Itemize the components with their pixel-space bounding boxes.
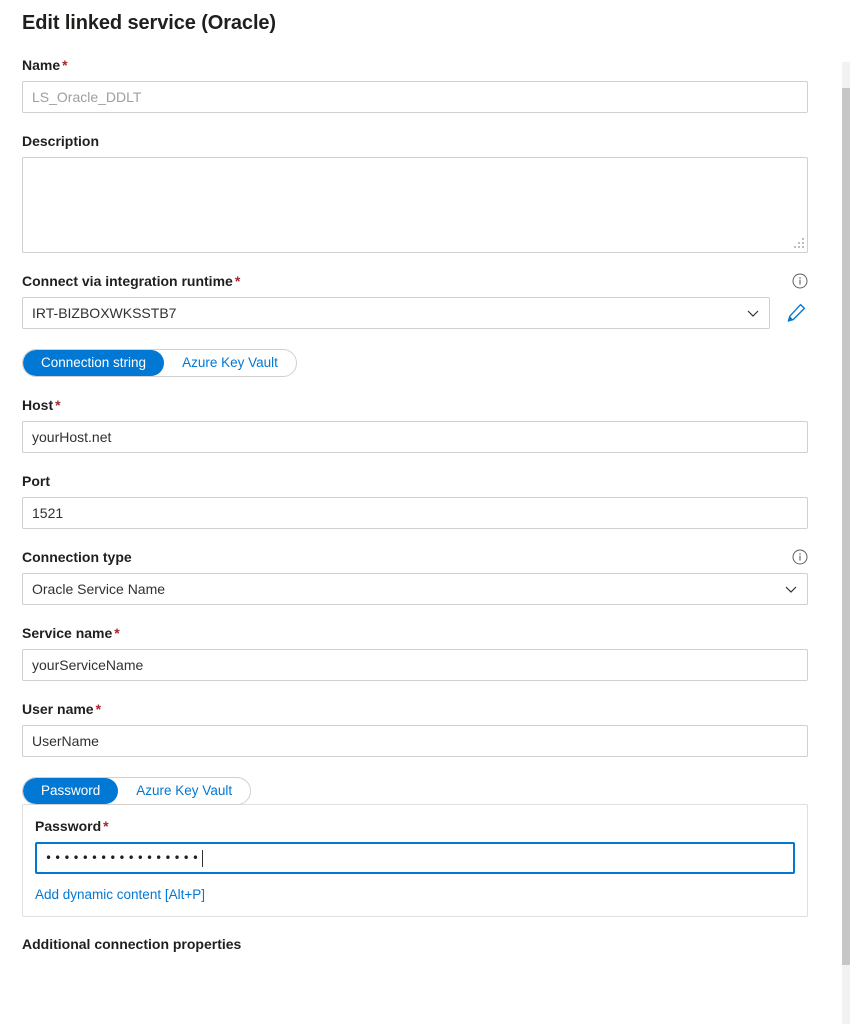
field-user-name: User name* (22, 700, 808, 757)
connection-type-select[interactable]: Oracle Service Name (22, 573, 808, 605)
toggle-azure-key-vault[interactable]: Azure Key Vault (164, 350, 296, 376)
integration-runtime-label-text: Connect via integration runtime (22, 273, 233, 289)
port-label: Port (22, 472, 50, 490)
edit-linked-service-dialog: Edit linked service (Oracle) Name* Descr… (0, 0, 850, 1024)
description-textarea[interactable] (22, 157, 808, 253)
port-input[interactable] (22, 497, 808, 529)
password-label-text: Password (35, 818, 101, 834)
field-name: Name* (22, 56, 808, 113)
chevron-down-icon (784, 582, 798, 596)
user-name-label-text: User name (22, 701, 94, 717)
connection-type-value: Oracle Service Name (32, 574, 778, 604)
toggle-connection-string[interactable]: Connection string (23, 350, 164, 376)
field-description: Description (22, 132, 808, 253)
field-connection-type: Connection type Oracle Service Name (22, 548, 808, 605)
integration-runtime-label-row: Connect via integration runtime* (22, 272, 808, 290)
password-input[interactable]: ••••••••••••••••• (35, 842, 795, 874)
name-required-asterisk: * (62, 57, 67, 73)
integration-runtime-select[interactable]: IRT-BIZBOXWKSSTB7 (22, 297, 770, 329)
chevron-down-icon (746, 306, 760, 320)
field-integration-runtime: Connect via integration runtime* IRT-BIZ… (22, 272, 808, 329)
connection-type-label: Connection type (22, 548, 132, 566)
field-service-name: Service name* (22, 624, 808, 681)
description-label-row: Description (22, 132, 808, 150)
password-source-toggle: Password Azure Key Vault (22, 777, 251, 805)
auth-source-toggle: Connection string Azure Key Vault (22, 349, 297, 377)
dialog-content: Edit linked service (Oracle) Name* Descr… (0, 0, 838, 953)
host-input[interactable] (22, 421, 808, 453)
add-dynamic-content-link[interactable]: Add dynamic content [Alt+P] (35, 886, 205, 904)
host-required-asterisk: * (55, 397, 60, 413)
name-label-row: Name* (22, 56, 808, 74)
description-textarea-wrap (22, 157, 808, 253)
text-caret (202, 850, 203, 867)
scrollbar-thumb[interactable] (842, 88, 850, 965)
name-label-text: Name (22, 57, 60, 73)
host-label-text: Host (22, 397, 53, 413)
integration-runtime-value: IRT-BIZBOXWKSSTB7 (32, 298, 740, 328)
user-name-label: User name* (22, 700, 101, 718)
port-label-row: Port (22, 472, 808, 490)
host-label-row: Host* (22, 396, 808, 414)
integration-runtime-label: Connect via integration runtime* (22, 272, 240, 290)
name-label: Name* (22, 56, 68, 74)
integration-runtime-row: IRT-BIZBOXWKSSTB7 (22, 297, 808, 329)
user-name-required-asterisk: * (96, 701, 101, 717)
toggle-password[interactable]: Password (23, 778, 118, 804)
service-name-label-row: Service name* (22, 624, 808, 642)
password-masked-value: ••••••••••••••••• (45, 844, 201, 872)
password-panel: Password* ••••••••••••••••• Add dynamic … (22, 804, 808, 917)
service-name-label-text: Service name (22, 625, 112, 641)
host-label: Host* (22, 396, 61, 414)
service-name-required-asterisk: * (114, 625, 119, 641)
service-name-input[interactable] (22, 649, 808, 681)
password-section: Password Azure Key Vault Password* •••••… (22, 777, 808, 917)
name-input[interactable] (22, 81, 808, 113)
connection-type-label-row: Connection type (22, 548, 808, 566)
pencil-icon (785, 302, 807, 324)
info-icon[interactable] (792, 549, 808, 565)
description-label: Description (22, 132, 99, 150)
info-icon[interactable] (792, 273, 808, 289)
vertical-scrollbar[interactable] (842, 62, 850, 1024)
toggle-password-azure-key-vault[interactable]: Azure Key Vault (118, 778, 250, 804)
field-host: Host* (22, 396, 808, 453)
service-name-label: Service name* (22, 624, 120, 642)
edit-integration-runtime-button[interactable] (784, 301, 808, 325)
integration-runtime-required-asterisk: * (235, 273, 240, 289)
password-required-asterisk: * (103, 818, 108, 834)
additional-connection-properties-label: Additional connection properties (22, 935, 838, 953)
page-title: Edit linked service (Oracle) (22, 0, 838, 37)
field-port: Port (22, 472, 808, 529)
user-name-input[interactable] (22, 725, 808, 757)
user-name-label-row: User name* (22, 700, 808, 718)
password-label: Password* (35, 817, 795, 835)
